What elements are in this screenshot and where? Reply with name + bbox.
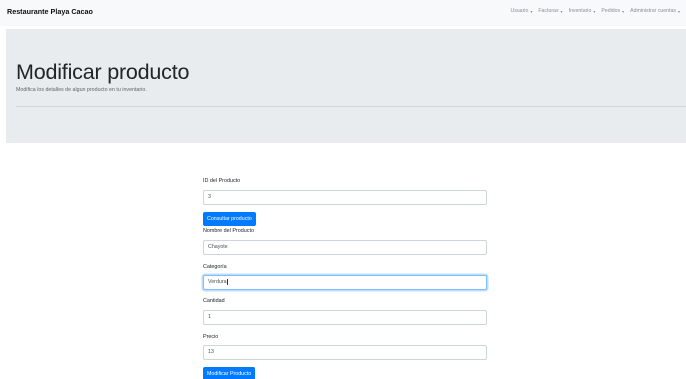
caret-down-icon: ▾ (677, 8, 680, 14)
nav-item-label: Inventario (568, 8, 592, 14)
quantity-input[interactable]: 1 (203, 310, 487, 325)
nav-item-label: Facturas (538, 8, 559, 14)
nav-item-facturas[interactable]: Facturas ▾ (538, 8, 562, 14)
nav-item-usuario[interactable]: Usuario ▾ (510, 8, 532, 14)
price-label: Precio (203, 334, 219, 340)
category-input-value: Verdura (208, 279, 227, 285)
nav-item-inventario[interactable]: Inventario ▾ (569, 8, 596, 14)
page-header: Modificar producto Modifica los detalles… (6, 29, 686, 143)
name-input[interactable]: Chayote (203, 240, 487, 255)
navbar: Restaurante Playa Cacao Usuario ▾ Factur… (0, 0, 686, 26)
price-input[interactable]: 13 (203, 345, 487, 360)
caret-down-icon: ▾ (530, 8, 533, 14)
nav-item-pedidos[interactable]: Pedidos ▾ (601, 8, 624, 14)
nav-menu: Usuario ▾ Facturas ▾ Inventario ▾ Pedido… (510, 8, 680, 14)
name-label: Nombre del Producto (203, 228, 254, 234)
nav-item-label: Administrar cuentas (630, 8, 676, 14)
divider (16, 106, 686, 107)
caret-down-icon: ▾ (593, 8, 596, 14)
navbar-brand[interactable]: Restaurante Playa Cacao (7, 7, 93, 16)
consult-product-button[interactable]: Consultar producto (203, 212, 256, 226)
nav-item-administrar-cuentas[interactable]: Administrar cuentas ▾ (630, 8, 680, 14)
category-label: Categoría (203, 264, 227, 270)
modify-product-button[interactable]: Modificar Producto (203, 367, 256, 379)
id-label: ID del Producto (203, 178, 241, 184)
quantity-label: Cantidad (203, 298, 225, 304)
nav-item-label: Usuario (510, 8, 529, 14)
page-title: Modificar producto (16, 60, 190, 84)
caret-down-icon: ▾ (622, 8, 625, 14)
nav-item-label: Pedidos (601, 8, 621, 14)
id-input[interactable]: 3 (203, 190, 487, 205)
category-input[interactable]: Verdura (203, 275, 487, 290)
page-lead: Modifica los detalles de algun producto … (16, 87, 147, 93)
caret-down-icon: ▾ (560, 8, 563, 14)
text-cursor (227, 278, 228, 285)
